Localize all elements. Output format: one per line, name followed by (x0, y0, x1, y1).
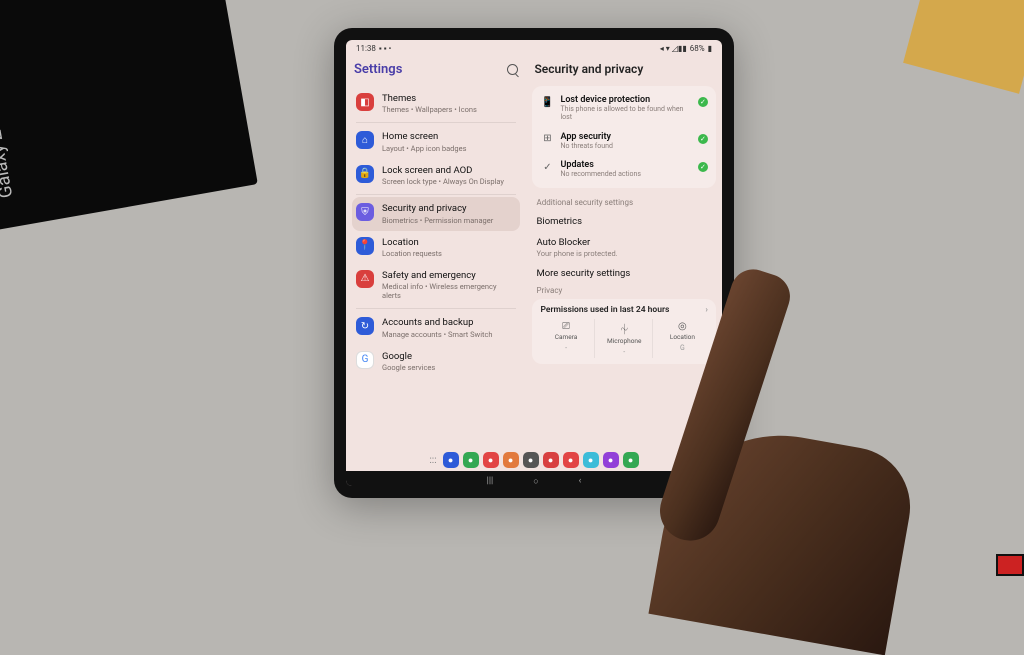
navigation-area: :::●●●●●●●●●● ||| ○ ‹ (346, 447, 722, 486)
dock-app-icon[interactable]: ● (443, 452, 459, 468)
wooden-prop (903, 0, 1024, 94)
permissions-title: Permissions used in last 24 hours (540, 305, 669, 315)
product-box-prop: Galaxy Z Fold6 (0, 0, 258, 233)
perm-icon: ⏆ (597, 321, 652, 336)
item-sub: Layout • App icon badges (382, 144, 516, 153)
status-row[interactable]: ⊞ App security No threats found ✓ (534, 127, 714, 155)
status-ok-icon: ✓ (698, 97, 708, 107)
battery-text: 68% (690, 44, 705, 53)
safety-icon: ⚠ (356, 270, 374, 288)
home-icon: ⌂ (356, 131, 374, 149)
item-sub: Manage accounts • Smart Switch (382, 330, 516, 339)
dock-app-icon[interactable]: ● (603, 452, 619, 468)
permissions-card[interactable]: Permissions used in last 24 hours › ⎚Cam… (532, 299, 716, 364)
item-label: Accounts and backup (382, 317, 516, 328)
dock-app-icon[interactable]: ● (463, 452, 479, 468)
backup-icon: ↻ (356, 317, 374, 335)
settings-item-backup[interactable]: ↻ Accounts and backup Manage accounts • … (352, 311, 520, 344)
status-row-icon: 📱 (540, 95, 554, 109)
settings-item-shield[interactable]: ⛨ Security and privacy Biometrics • Perm… (352, 197, 520, 230)
status-ok-icon: ✓ (698, 162, 708, 172)
settings-list-pane: Settings ◧ Themes Themes • Wallpapers • … (346, 56, 526, 447)
taskbar-dock: :::●●●●●●●●●● (346, 449, 722, 471)
nav-home[interactable]: ○ (533, 476, 538, 486)
status-time: 11:38 (356, 44, 376, 53)
dock-app-icon[interactable]: ● (623, 452, 639, 468)
status-ok-icon: ✓ (698, 134, 708, 144)
nav-back[interactable]: ‹ (579, 476, 582, 486)
item-label: Google (382, 351, 516, 362)
perm-icon: ◎ (655, 321, 710, 332)
screen: 11:38 ▪ ▪ • ◂ ▾ ◿▮▮ 68% ▮ Settings ◧ The… (346, 40, 722, 486)
perm-cell[interactable]: ⏆Microphone- (597, 319, 653, 358)
settings-item-themes[interactable]: ◧ Themes Themes • Wallpapers • Icons (352, 87, 520, 120)
lock-icon: 🔒 (356, 165, 374, 183)
dock-app-icon[interactable]: ● (563, 452, 579, 468)
item-sub: Medical info • Wireless emergency alerts (382, 282, 516, 300)
dock-app-icon[interactable]: ● (543, 452, 559, 468)
status-row[interactable]: 📱 Lost device protection This phone is a… (534, 90, 714, 127)
section-header-privacy: Privacy (532, 284, 716, 299)
youtube-badge (996, 554, 1024, 576)
device-frame: 11:38 ▪ ▪ • ◂ ▾ ◿▮▮ 68% ▮ Settings ◧ The… (334, 28, 734, 498)
perm-cell[interactable]: ◎LocationG (655, 319, 710, 358)
item-label: Security and privacy (382, 203, 516, 214)
status-bar: 11:38 ▪ ▪ • ◂ ▾ ◿▮▮ 68% ▮ (346, 40, 722, 56)
settings-item-lock[interactable]: 🔒 Lock screen and AOD Screen lock type •… (352, 159, 520, 192)
status-indicator-icon: ▪ ▪ • (379, 44, 391, 53)
item-sub: Google services (382, 363, 516, 372)
security-status-card: 📱 Lost device protection This phone is a… (532, 86, 716, 188)
detail-title: Security and privacy (534, 62, 643, 76)
item-label: Home screen (382, 131, 516, 142)
pin-icon: 📍 (356, 237, 374, 255)
themes-icon: ◧ (356, 93, 374, 111)
chevron-right-icon: › (705, 305, 708, 315)
google-icon: G (356, 351, 374, 369)
status-row[interactable]: ✓ Updates No recommended actions ✓ (534, 155, 714, 183)
perm-cell[interactable]: ⎚Camera- (538, 319, 594, 358)
settings-title: Settings (354, 62, 402, 77)
item-label: Location (382, 237, 516, 248)
item-sub: Screen lock type • Always On Display (382, 177, 516, 186)
item-label: Themes (382, 93, 516, 104)
item-sub: Location requests (382, 249, 516, 258)
search-icon[interactable] (507, 64, 518, 75)
detail-pane: Security and privacy 📱 Lost device prote… (526, 56, 722, 447)
security-row[interactable]: Auto BlockerYour phone is protected. (532, 232, 716, 263)
item-label: Safety and emergency (382, 270, 516, 281)
battery-icon: ▮ (708, 44, 712, 53)
nav-recents[interactable]: ||| (487, 476, 494, 486)
item-sub: Biometrics • Permission manager (382, 216, 516, 225)
status-row-icon: ⊞ (540, 132, 554, 146)
item-label: Lock screen and AOD (382, 165, 516, 176)
dock-app-icon[interactable]: ● (483, 452, 499, 468)
settings-item-google[interactable]: G Google Google services (352, 345, 520, 378)
settings-item-safety[interactable]: ⚠ Safety and emergency Medical info • Wi… (352, 264, 520, 306)
section-header-additional: Additional security settings (532, 196, 716, 211)
status-row-icon: ✓ (540, 160, 554, 174)
item-sub: Themes • Wallpapers • Icons (382, 105, 516, 114)
dock-app-icon[interactable]: ● (583, 452, 599, 468)
network-icon: ◂ ▾ ◿▮▮ (660, 44, 687, 53)
perm-icon: ⎚ (538, 321, 593, 332)
security-row[interactable]: More security settings (532, 263, 716, 284)
apps-drawer-icon[interactable]: ::: (429, 455, 436, 466)
shield-icon: ⛨ (356, 203, 374, 221)
settings-item-pin[interactable]: 📍 Location Location requests (352, 231, 520, 264)
dock-app-icon[interactable]: ● (523, 452, 539, 468)
settings-item-home[interactable]: ⌂ Home screen Layout • App icon badges (352, 125, 520, 158)
security-row[interactable]: Biometrics (532, 211, 716, 232)
dock-app-icon[interactable]: ● (503, 452, 519, 468)
